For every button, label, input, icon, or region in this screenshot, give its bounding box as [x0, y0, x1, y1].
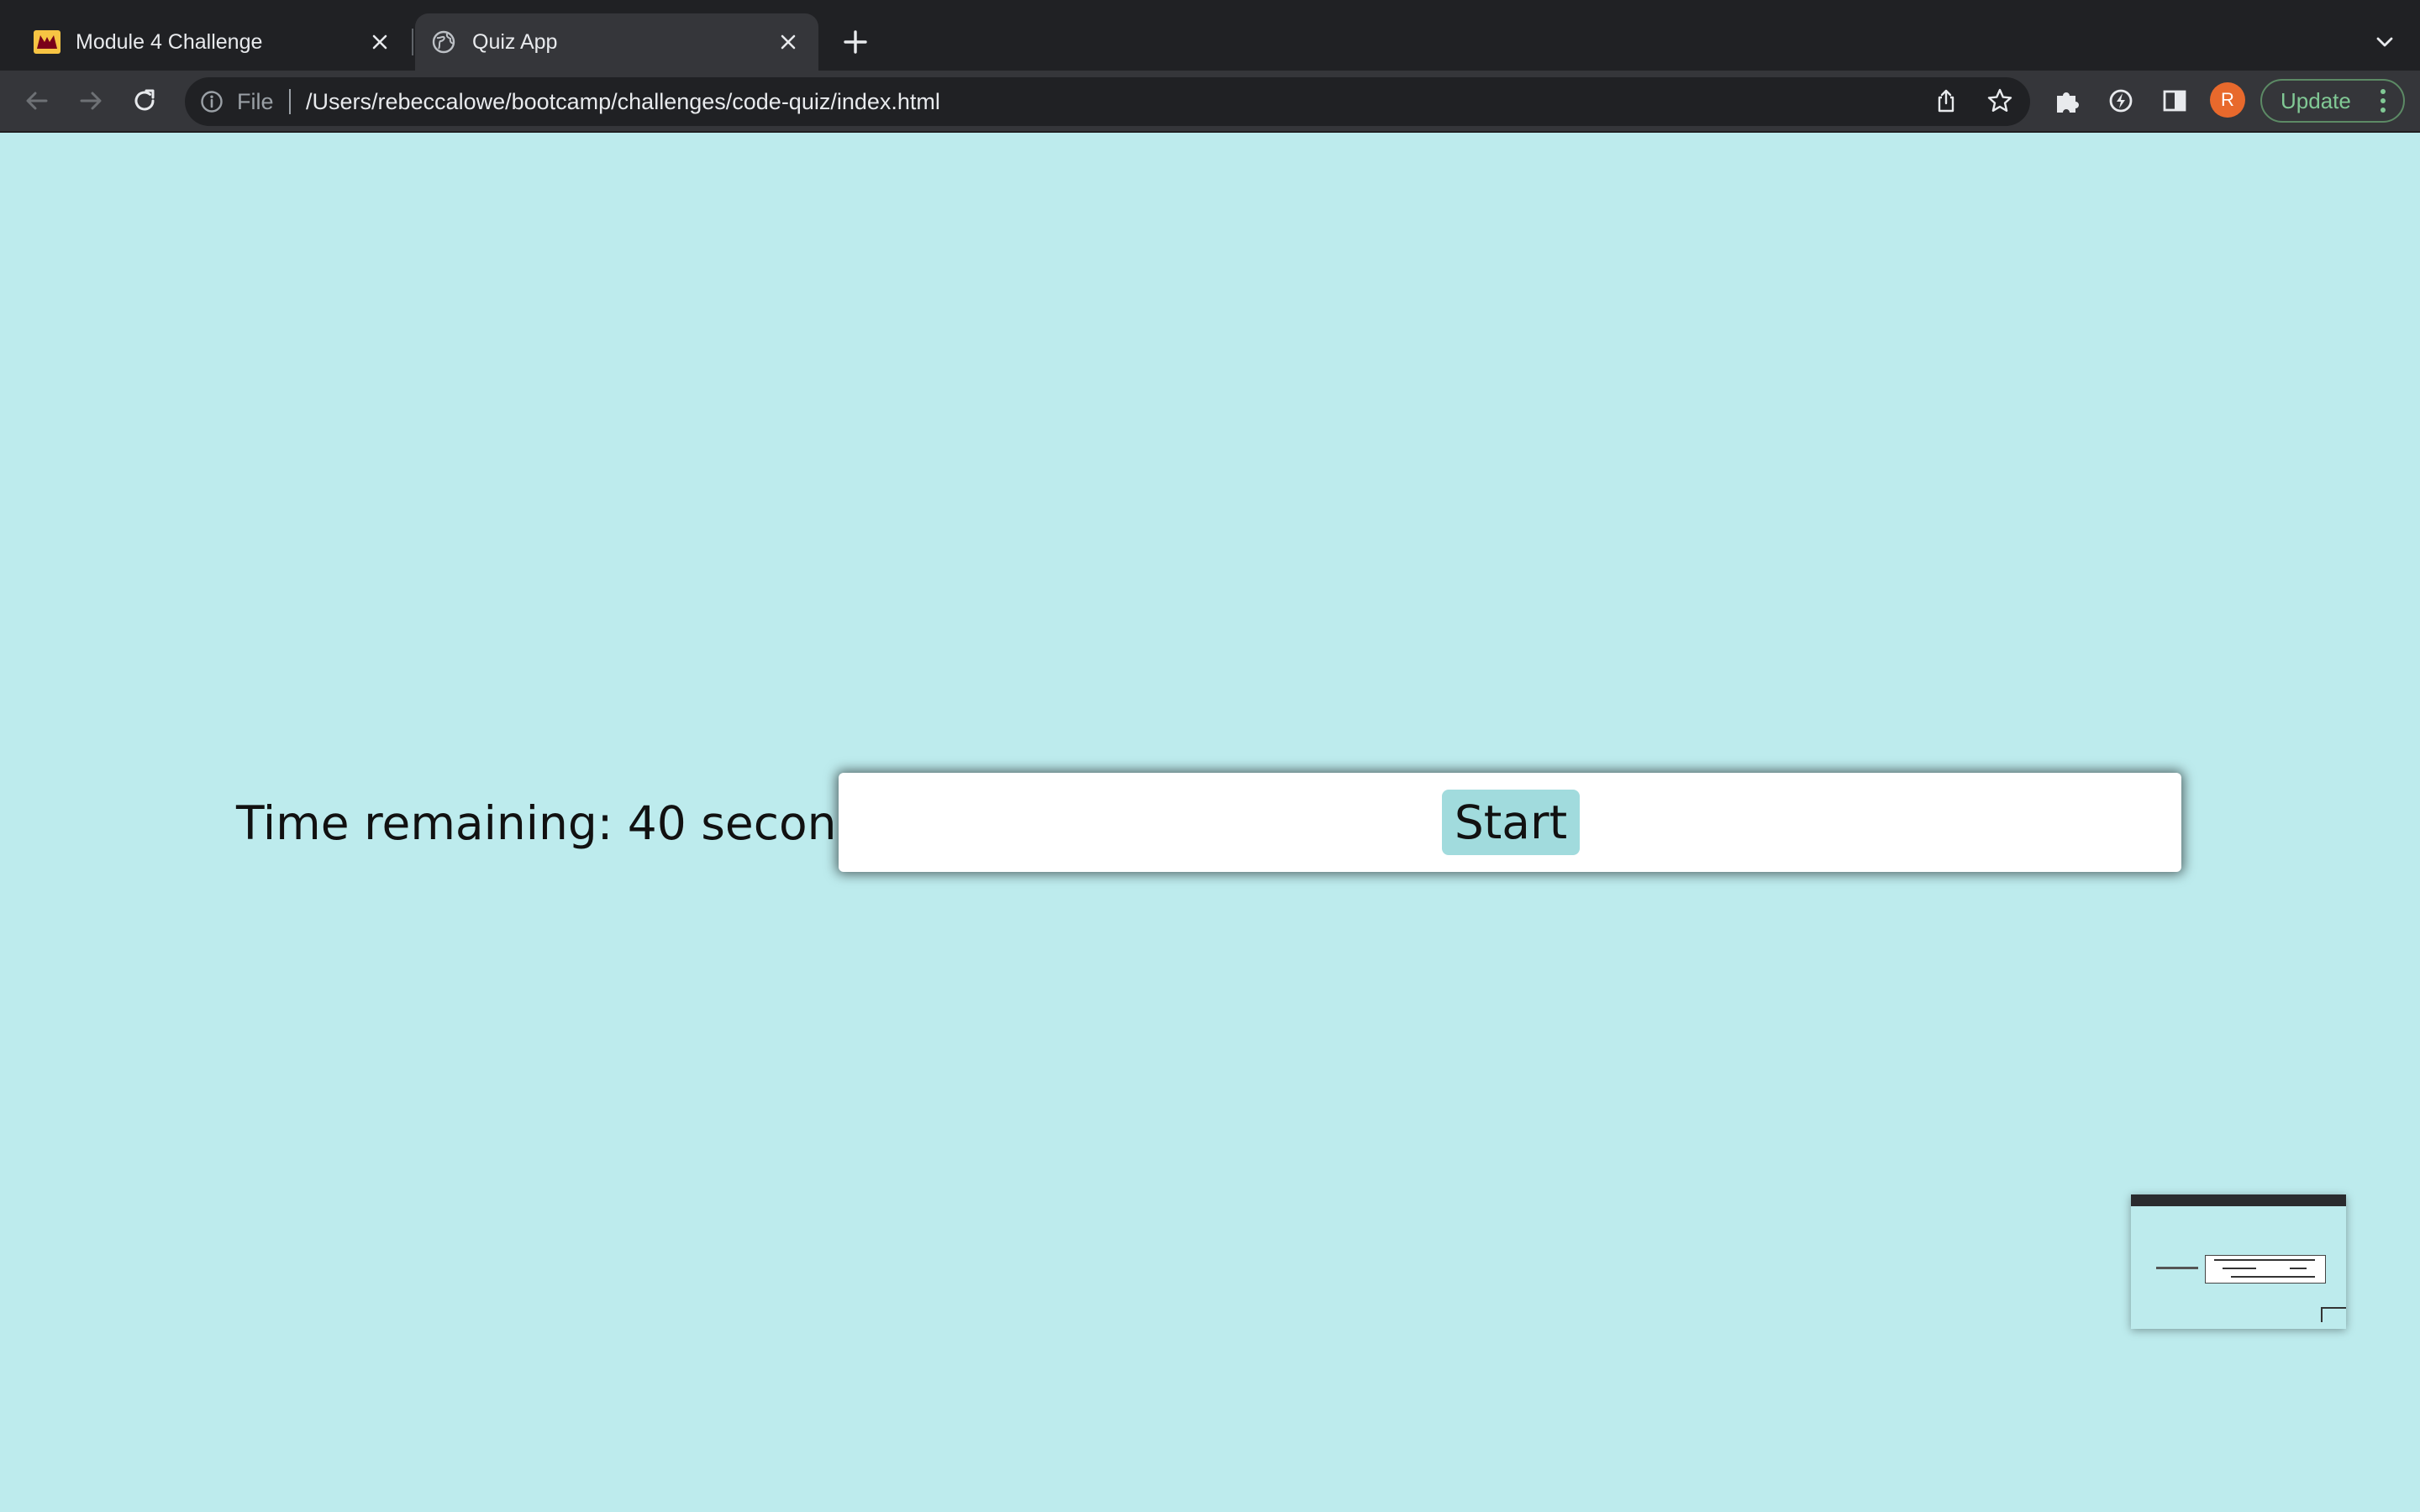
reload-icon — [134, 89, 155, 111]
start-button[interactable]: Start — [1442, 790, 1580, 855]
share-button[interactable] — [1928, 82, 1965, 119]
tab-quiz-app[interactable]: Quiz App — [415, 13, 818, 71]
url-divider — [289, 89, 291, 114]
tab-strip: Module 4 Challenge Quiz App — [0, 0, 2420, 71]
thumbnail-box — [2321, 1307, 2346, 1322]
bookmark-button[interactable] — [1981, 82, 2018, 119]
star-icon — [1987, 88, 2012, 112]
info-icon[interactable] — [198, 87, 225, 116]
tab-title: Module 4 Challenge — [76, 29, 263, 54]
new-tab-button[interactable] — [837, 24, 874, 60]
tab-search-button[interactable] — [2366, 24, 2403, 60]
university-logo-icon — [34, 29, 60, 55]
close-tab-icon[interactable] — [773, 27, 803, 57]
thumbnail-toolbar — [2131, 1194, 2346, 1206]
update-label: Update — [2281, 87, 2351, 113]
puzzle-icon — [2057, 92, 2079, 113]
thumbnail-line — [2223, 1268, 2256, 1269]
share-icon — [1938, 89, 1954, 113]
thumbnail-line — [2290, 1268, 2307, 1269]
close-tab-icon[interactable] — [365, 27, 395, 57]
kebab-menu-icon[interactable] — [2375, 87, 2391, 114]
screenshot-thumbnail[interactable] — [2131, 1194, 2346, 1329]
toolbar-divider — [0, 131, 2420, 133]
tab-module-4-challenge[interactable]: Module 4 Challenge — [18, 13, 410, 71]
url-scheme-label: File — [237, 89, 274, 114]
plus-icon — [844, 30, 867, 54]
globe-icon — [430, 29, 457, 55]
side-panel-button[interactable] — [2156, 82, 2193, 119]
update-button[interactable]: Update — [2260, 79, 2405, 123]
performance-button[interactable] — [2102, 82, 2139, 119]
forward-button[interactable] — [72, 82, 109, 119]
thumbnail-timer-text — [2156, 1267, 2198, 1269]
back-arrow-icon — [26, 92, 48, 110]
extensions-button[interactable] — [2049, 82, 2086, 119]
speedometer-icon — [2109, 89, 2133, 113]
side-panel-icon — [2163, 90, 2186, 112]
time-remaining-text: Time remaining: 40 seconds — [236, 796, 891, 850]
chevron-down-icon — [2376, 37, 2393, 47]
tab-title: Quiz App — [472, 29, 558, 54]
reload-button[interactable] — [126, 82, 163, 119]
url-text[interactable]: /Users/rebeccalowe/bootcamp/challenges/c… — [306, 87, 940, 116]
thumbnail-line — [2231, 1276, 2315, 1278]
profile-avatar[interactable]: R — [2210, 82, 2245, 118]
forward-arrow-icon — [80, 92, 102, 110]
tab-separator — [412, 29, 413, 55]
thumbnail-card — [2205, 1255, 2326, 1284]
back-button[interactable] — [18, 82, 55, 119]
thumbnail-line — [2214, 1259, 2315, 1261]
